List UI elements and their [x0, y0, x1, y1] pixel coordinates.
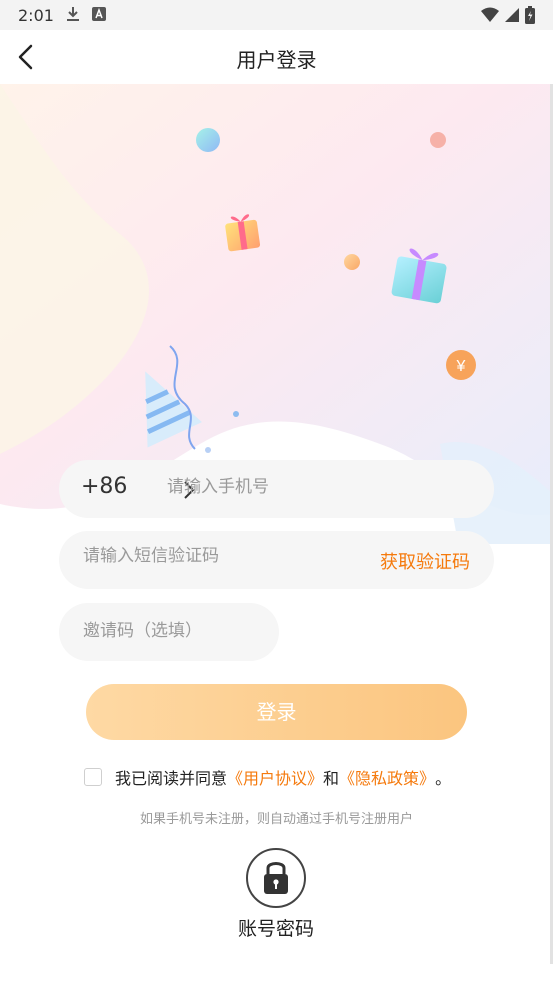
sms-code-field: 获取验证码	[59, 531, 494, 589]
agreement-and: 和	[323, 769, 340, 788]
phone-input[interactable]	[165, 476, 469, 498]
status-icons-left	[66, 6, 106, 22]
privacy-policy-link[interactable]: 《隐私政策》	[339, 765, 435, 789]
invite-code-input[interactable]	[81, 620, 270, 642]
svg-text:¥: ¥	[456, 358, 466, 375]
invite-code-field	[59, 603, 279, 661]
account-login-button[interactable]: 账号密码	[226, 846, 326, 946]
get-code-button[interactable]: 获取验证码	[380, 548, 470, 574]
phone-field: +86	[59, 460, 494, 518]
lock-icon-circle[interactable]	[246, 848, 306, 908]
status-icons-right	[481, 6, 535, 24]
wifi-icon	[481, 7, 499, 22]
login-button[interactable]: 登录	[86, 684, 467, 740]
signal-icon	[505, 8, 519, 22]
agreement-row: 我已阅读并同意 《用户协议》 和 《隐私政策》 。	[84, 764, 451, 790]
user-agreement-link[interactable]: 《用户协议》	[227, 765, 323, 789]
agreement-suffix: 。	[435, 769, 452, 788]
page-title: 用户登录	[236, 48, 317, 72]
account-login-label: 账号密码	[237, 918, 314, 940]
download-icon	[67, 7, 79, 21]
sms-code-input[interactable]	[81, 545, 345, 567]
register-hint: 如果手机号未注册，则自动通过手机号注册用户	[139, 812, 413, 827]
status-bar: 2:01	[0, 0, 553, 30]
country-code-selector[interactable]: +86	[81, 474, 127, 499]
agreement-prefix: 我已阅读并同意	[115, 769, 228, 788]
a-box-icon	[92, 7, 106, 21]
status-time: 2:01	[18, 6, 54, 25]
battery-icon	[525, 6, 535, 24]
lock-icon	[264, 862, 288, 894]
nav-bar: 用户登录	[0, 30, 553, 84]
agreement-checkbox[interactable]	[84, 768, 102, 786]
